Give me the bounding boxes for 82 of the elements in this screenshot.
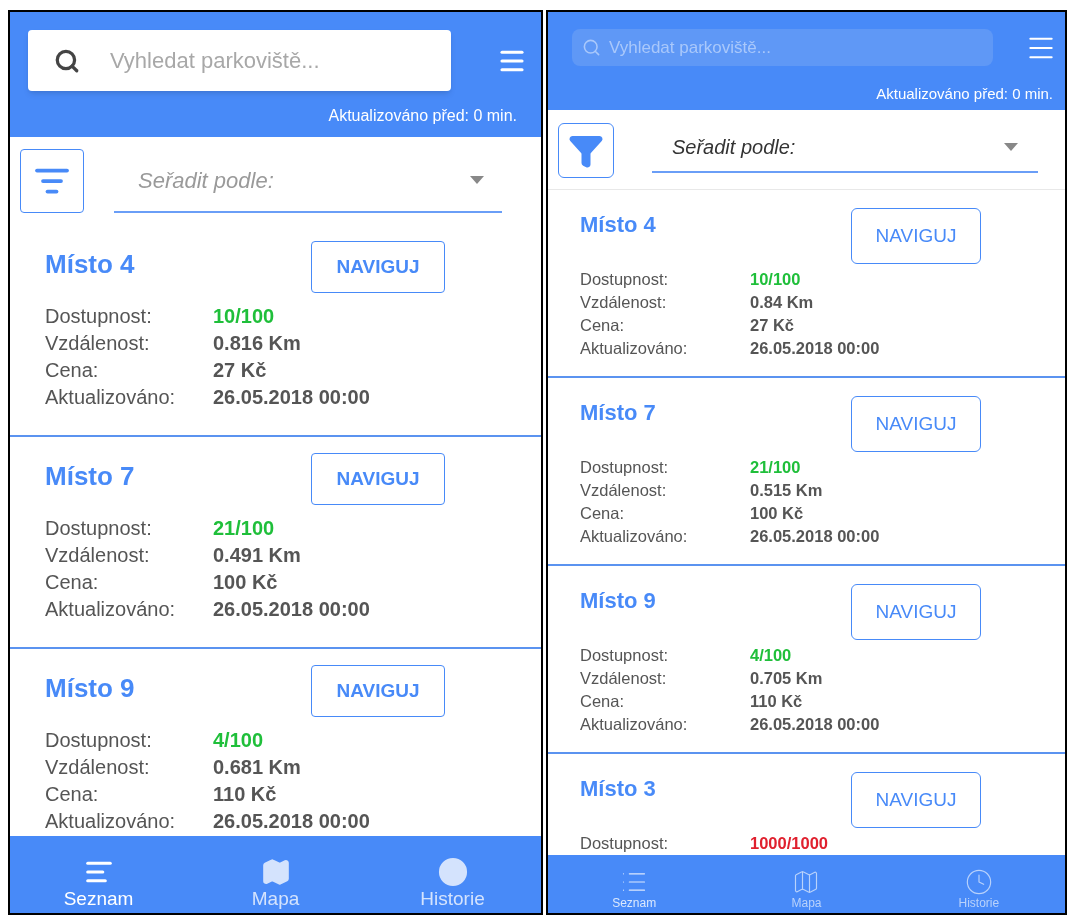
field-label: Vzdálenost: (580, 668, 668, 689)
dropdown-caret-icon (1004, 143, 1018, 151)
nav-tab[interactable]: Seznam (10, 836, 187, 913)
nav-tab[interactable]: Mapa (187, 836, 364, 913)
field-value: 0.705 Km (750, 668, 823, 689)
nav-tab[interactable]: Historie (892, 855, 1065, 913)
place-title: Místo 4 (45, 248, 135, 281)
field-label: Aktualizováno: (45, 597, 177, 622)
field-value: 26.05.2018 00:00 (750, 338, 880, 359)
nav-tab[interactable]: Mapa (720, 855, 893, 913)
field-label: Cena: (580, 503, 626, 524)
search-field[interactable]: Vyhledat parkoviště... (572, 29, 993, 66)
field-value: 21/100 (750, 457, 801, 478)
place-title: Místo 7 (580, 399, 656, 427)
field-label: Aktualizováno: (45, 809, 177, 834)
nav-tab[interactable]: Seznam (548, 855, 721, 913)
field-value: 27 Kč (750, 315, 795, 336)
navigate-button[interactable]: NAVIGUJ (311, 665, 445, 717)
field-label: Aktualizováno: (580, 338, 689, 359)
place-title: Místo 9 (45, 672, 135, 705)
field-label: Dostupnost: (580, 457, 670, 478)
field-value: 110 Kč (750, 691, 803, 712)
field-value: 26.05.2018 00:00 (750, 526, 880, 547)
place-title: Místo 7 (45, 460, 135, 493)
field-label: Aktualizováno: (45, 385, 177, 410)
field-value: 21/100 (213, 516, 275, 541)
search-field[interactable]: Vyhledat parkoviště... (28, 30, 451, 91)
field-value: 0.84 Km (750, 292, 814, 313)
field-label: Vzdálenost: (45, 755, 151, 780)
field-label: Cena: (580, 691, 626, 712)
navigate-button[interactable]: NAVIGUJ (851, 396, 981, 452)
field-label: Dostupnost: (580, 833, 670, 854)
field-value: 27 Kč (213, 358, 267, 383)
field-label: Vzdálenost: (45, 543, 151, 568)
field-label: Aktualizováno: (580, 714, 689, 735)
filter-button[interactable] (20, 149, 84, 213)
filter-button[interactable] (558, 123, 614, 178)
field-label: Dostupnost: (45, 304, 153, 329)
place-title: Místo 9 (580, 587, 656, 615)
update-time: Aktualizováno před: 0 min. (328, 106, 518, 126)
field-label: Vzdálenost: (580, 292, 668, 313)
field-value: 26.05.2018 00:00 (213, 597, 370, 622)
field-label: Aktualizováno: (580, 526, 689, 547)
field-value: 100 Kč (213, 570, 278, 595)
field-value: 0.515 Km (750, 480, 823, 501)
navigate-button[interactable]: NAVIGUJ (851, 772, 981, 828)
field-label: Cena: (45, 782, 100, 807)
field-label: Dostupnost: (45, 728, 153, 753)
field-value: 26.05.2018 00:00 (213, 809, 370, 834)
search-icon (582, 38, 601, 57)
field-label: Dostupnost: (45, 516, 153, 541)
field-value: 26.05.2018 00:00 (213, 385, 370, 410)
field-label: Vzdálenost: (580, 480, 668, 501)
dropdown-caret-icon (470, 176, 484, 184)
field-label: Vzdálenost: (45, 331, 151, 356)
field-value: 10/100 (213, 304, 275, 329)
update-time: Aktualizováno před: 0 min. (876, 84, 1054, 104)
field-value: 0.816 Km (213, 331, 301, 356)
field-label: Cena: (580, 315, 626, 336)
navigate-button[interactable]: NAVIGUJ (311, 453, 445, 505)
field-value: 110 Kč (213, 782, 277, 807)
nav-tab[interactable]: Historie (364, 836, 541, 913)
field-value: 1000/1000 (750, 833, 828, 854)
navigate-button[interactable]: NAVIGUJ (311, 241, 445, 293)
field-value: 0.491 Km (213, 543, 301, 568)
field-label: Dostupnost: (580, 269, 670, 290)
field-label: Cena: (45, 358, 100, 383)
place-title: Místo 3 (580, 775, 656, 803)
field-value: 10/100 (750, 269, 801, 290)
navigate-button[interactable]: NAVIGUJ (851, 208, 981, 264)
field-label: Cena: (45, 570, 100, 595)
field-value: 4/100 (750, 645, 792, 666)
sort-dropdown[interactable]: Seřadit podle: (114, 149, 502, 213)
sort-dropdown[interactable]: Seřadit podle: (652, 123, 1038, 173)
field-value: 100 Kč (750, 503, 804, 524)
field-label: Dostupnost: (580, 645, 670, 666)
place-title: Místo 4 (580, 211, 656, 239)
field-value: 26.05.2018 00:00 (750, 714, 880, 735)
search-icon (54, 47, 80, 74)
navigate-button[interactable]: NAVIGUJ (851, 584, 981, 640)
field-value: 4/100 (213, 728, 264, 753)
field-value: 0.681 Km (213, 755, 301, 780)
